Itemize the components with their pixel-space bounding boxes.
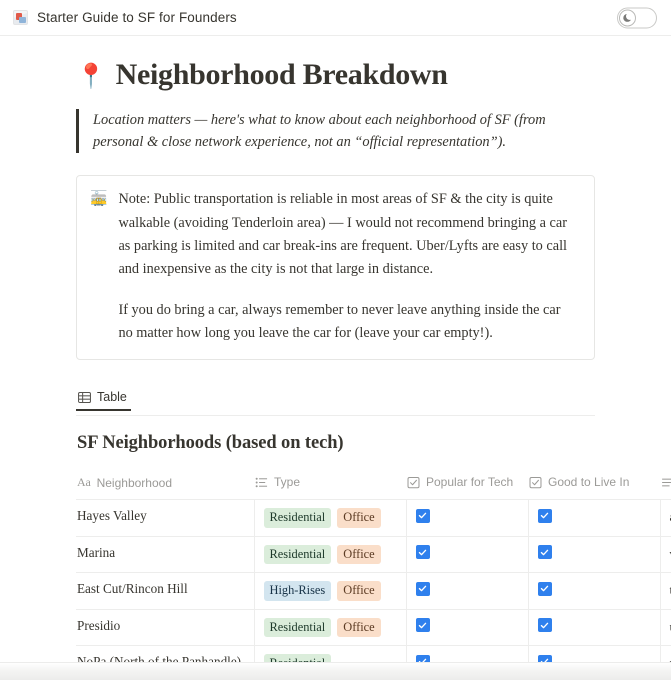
type-tag: Office: [337, 508, 381, 528]
cell-type[interactable]: High-Rises Office: [254, 572, 407, 610]
checkbox-checked-icon[interactable]: [415, 581, 430, 596]
cell-popular-for-tech[interactable]: [406, 572, 529, 610]
cell-notes[interactable]: also dubbe: [660, 499, 671, 537]
page-icon: [13, 10, 28, 25]
column-header-notes[interactable]: Notes: [660, 467, 671, 501]
callout-paragraph: If you do bring a car, always remember t…: [118, 302, 561, 342]
cell-neighborhood[interactable]: Presidio: [76, 609, 255, 647]
checkbox-icon: [407, 476, 420, 489]
type-tag: Office: [337, 581, 381, 601]
type-tag: Office: [337, 617, 381, 638]
callout-paragraph: Note: Public transportation is reliable …: [118, 191, 568, 277]
column-header-neighborhood[interactable]: Aa Neighborhood: [76, 467, 254, 501]
checkbox-checked-icon[interactable]: [537, 618, 552, 633]
page-content: 📍 Neighborhood Breakdown Location matter…: [0, 36, 671, 680]
checkbox-icon: [529, 476, 542, 489]
checkbox-checked-icon[interactable]: [415, 618, 430, 633]
type-tag: High-Rises: [263, 581, 332, 601]
cell-good-to-live-in[interactable]: [528, 572, 661, 610]
cell-neighborhood[interactable]: Marina: [76, 536, 255, 574]
table-header-row: Aa Neighborhood Type Popular for Tech Go…: [76, 467, 671, 501]
page-title: 📍 Neighborhood Breakdown: [0, 58, 671, 93]
callout-block: 🚋 Note: Public transportation is reliabl…: [76, 175, 595, 361]
location-pin-icon: 📍: [76, 62, 106, 90]
checkbox-checked-icon[interactable]: [537, 581, 552, 596]
neighborhoods-table: Aa Neighborhood Type Popular for Tech Go…: [76, 467, 671, 680]
tram-icon: 🚋: [90, 191, 108, 208]
cell-popular-for-tech[interactable]: [406, 609, 529, 647]
column-label: Neighborhood: [96, 475, 172, 490]
column-header-good-to-live-in[interactable]: Good to Live In: [528, 467, 660, 501]
quote-text: Location matters — here's what to know a…: [76, 108, 587, 154]
type-tag: Residential: [263, 508, 332, 528]
dark-mode-toggle[interactable]: [617, 7, 657, 28]
table-row[interactable]: MarinaResidentialOfficevery posh: [76, 536, 671, 574]
table-body: Hayes ValleyResidentialOfficealso dubbeM…: [76, 499, 671, 680]
cell-popular-for-tech[interactable]: [406, 499, 529, 537]
horizontal-scrollbar[interactable]: [0, 662, 671, 680]
database-view-tabs: Table: [76, 386, 595, 417]
checkbox-checked-icon[interactable]: [537, 545, 552, 560]
type-tag: Residential: [263, 617, 332, 638]
text-aa-icon: Aa: [77, 475, 91, 490]
page-title-text: Neighborhood Breakdown: [115, 58, 448, 91]
type-tag: Residential: [263, 544, 332, 565]
moon-icon: [622, 12, 633, 23]
cell-type[interactable]: Residential Office: [254, 499, 407, 537]
quote-block: Location matters — here's what to know a…: [0, 108, 671, 154]
cell-good-to-live-in[interactable]: [528, 536, 661, 574]
checkbox-checked-icon[interactable]: [415, 545, 430, 560]
cell-notes[interactable]: very posh: [660, 536, 671, 574]
table-row[interactable]: PresidioResidentialOfficeup and risi her…: [76, 609, 671, 647]
toggle-knob: [619, 9, 636, 26]
column-label: Good to Live In: [548, 475, 630, 490]
text-lines-icon: [661, 476, 671, 489]
column-header-type[interactable]: Type: [254, 467, 406, 501]
cell-good-to-live-in[interactable]: [528, 609, 661, 647]
table-row[interactable]: Hayes ValleyResidentialOfficealso dubbe: [76, 499, 671, 537]
tab-table[interactable]: Table: [76, 390, 131, 411]
cell-type[interactable]: Residential Office: [254, 609, 407, 647]
database-block: Table SF Neighborhoods (based on tech) A…: [0, 386, 671, 680]
column-header-popular-for-tech[interactable]: Popular for Tech: [406, 467, 528, 501]
breadcrumb-page-title[interactable]: Starter Guide to SF for Founders: [37, 10, 237, 25]
cell-popular-for-tech[interactable]: [406, 536, 529, 574]
cell-type[interactable]: Residential Office: [254, 536, 407, 574]
top-bar: Starter Guide to SF for Founders: [0, 0, 671, 36]
type-tag: Office: [337, 544, 381, 565]
column-label: Type: [274, 475, 301, 490]
scrollbar-thumb[interactable]: [6, 668, 306, 676]
database-title[interactable]: SF Neighborhoods (based on tech): [77, 433, 671, 454]
multi-select-icon: [255, 476, 268, 489]
column-label: Popular for Tech: [426, 475, 514, 490]
table-row[interactable]: East Cut/Rincon HillHigh-RisesOfficethis…: [76, 572, 671, 610]
cell-neighborhood[interactable]: East Cut/Rincon Hill: [76, 572, 255, 610]
checkbox-checked-icon[interactable]: [537, 508, 552, 523]
cell-good-to-live-in[interactable]: [528, 499, 661, 537]
checkbox-checked-icon[interactable]: [415, 508, 430, 523]
callout-body: Note: Public transportation is reliable …: [118, 188, 578, 345]
table-grid-icon: [78, 391, 91, 404]
cell-notes[interactable]: up and risi here.: [660, 609, 671, 647]
cell-notes[interactable]: this neighb: [660, 572, 671, 610]
cell-neighborhood[interactable]: Hayes Valley: [76, 499, 255, 537]
tab-table-label: Table: [97, 390, 127, 405]
